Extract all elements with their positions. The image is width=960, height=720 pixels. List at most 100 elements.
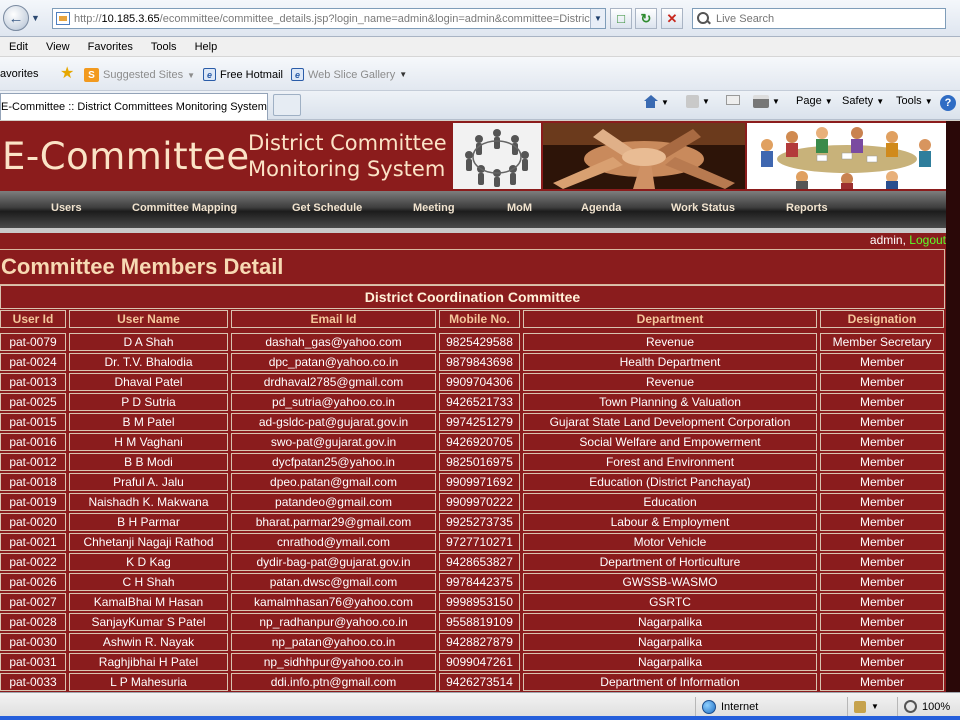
search-icon[interactable] bbox=[696, 11, 712, 27]
safety-menu[interactable]: Safety ▼ bbox=[842, 95, 884, 107]
table-cell-user-name: Ashwin R. Nayak bbox=[69, 633, 228, 651]
favorites-button[interactable]: avorites bbox=[0, 68, 39, 80]
page-body: E-Committee District Committee Monitorin… bbox=[0, 121, 946, 692]
free-hotmail-link[interactable]: e Free Hotmail bbox=[203, 68, 283, 81]
table-cell-user-id: pat-0025 bbox=[0, 393, 66, 411]
web-content: E-Committee District Committee Monitorin… bbox=[0, 121, 960, 692]
menu-edit[interactable]: Edit bbox=[0, 41, 37, 53]
nav-reports[interactable]: Reports bbox=[786, 202, 828, 214]
table-cell-email-id: np_radhanpur@yahoo.co.in bbox=[231, 613, 436, 631]
table-cell-department: Nagarpalika bbox=[523, 653, 817, 671]
menu-favorites[interactable]: Favorites bbox=[79, 41, 142, 53]
table-cell-email-id: dydir-bag-pat@gujarat.gov.in bbox=[231, 553, 436, 571]
table-cell-user-id: pat-0027 bbox=[0, 593, 66, 611]
table-cell-user-name: B H Parmar bbox=[69, 513, 228, 531]
search-box[interactable] bbox=[692, 8, 946, 29]
menu-tools[interactable]: Tools bbox=[142, 41, 186, 53]
table-cell-department: Nagarpalika bbox=[523, 613, 817, 631]
vertical-scrollbar[interactable] bbox=[946, 121, 960, 692]
refresh-button[interactable]: ↻ bbox=[635, 8, 657, 29]
table-cell-designation: Member bbox=[820, 633, 944, 651]
security-zone[interactable]: Internet bbox=[695, 697, 847, 716]
nav-committee-mapping[interactable]: Committee Mapping bbox=[132, 202, 237, 214]
tab-bar: E-Committee :: District Committees Monit… bbox=[0, 91, 960, 120]
protected-mode[interactable]: ▼ bbox=[847, 697, 897, 716]
nav-agenda[interactable]: Agenda bbox=[581, 202, 621, 214]
table-cell-user-name: B M Patel bbox=[69, 413, 228, 431]
print-button[interactable]: ▼ bbox=[753, 95, 780, 108]
address-bar[interactable]: http://10.185.3.65/ecommittee/committee_… bbox=[52, 8, 606, 29]
address-dropdown-icon[interactable]: ▼ bbox=[590, 9, 605, 28]
subtitle-line-1: District Committee bbox=[248, 131, 447, 155]
table-cell-designation: Member bbox=[820, 353, 944, 371]
menu-help[interactable]: Help bbox=[186, 41, 227, 53]
table-cell-department: Town Planning & Valuation bbox=[523, 393, 817, 411]
table-cell-user-id: pat-0020 bbox=[0, 513, 66, 531]
nav-meeting[interactable]: Meeting bbox=[413, 202, 455, 214]
site-subtitle: District Committee Monitoring System bbox=[248, 130, 447, 182]
table-cell-designation: Member bbox=[820, 513, 944, 531]
table-cell-mobile-no: 9909970222 bbox=[439, 493, 520, 511]
column-header-email-id: Email Id bbox=[231, 310, 436, 328]
history-dropdown-icon[interactable]: ▼ bbox=[31, 13, 40, 23]
table-cell-user-id: pat-0016 bbox=[0, 433, 66, 451]
nav-work-status[interactable]: Work Status bbox=[671, 202, 735, 214]
table-cell-user-name: Raghjibhai H Patel bbox=[69, 653, 228, 671]
nav-users[interactable]: Users bbox=[51, 202, 82, 214]
nav-mom[interactable]: MoM bbox=[507, 202, 532, 214]
new-tab-button[interactable] bbox=[273, 94, 301, 116]
committee-name: District Coordination Committee bbox=[0, 285, 945, 309]
table-cell-department: Revenue bbox=[523, 333, 817, 351]
stop-button[interactable]: ✕ bbox=[661, 8, 683, 29]
help-button[interactable]: ? bbox=[940, 95, 956, 111]
table-cell-user-name: B B Modi bbox=[69, 453, 228, 471]
site-logo-text: E-Committee bbox=[2, 135, 250, 178]
table-cell-user-id: pat-0021 bbox=[0, 533, 66, 551]
add-favorite-button[interactable]: ★ bbox=[60, 66, 74, 82]
zoom-control[interactable]: 100% bbox=[897, 697, 960, 716]
safety-menu-label: Safety bbox=[842, 95, 874, 107]
user-info: admin, Logout bbox=[870, 233, 946, 247]
url-path: /ecommittee/committee_details.jsp?login_… bbox=[159, 12, 590, 25]
table-cell-designation: Member bbox=[820, 593, 944, 611]
table-cell-mobile-no: 9998953150 bbox=[439, 593, 520, 611]
mail-icon bbox=[726, 95, 740, 105]
table-cell-user-name: P D Sutria bbox=[69, 393, 228, 411]
web-slice-gallery-link[interactable]: e Web Slice Gallery ▼ bbox=[291, 68, 407, 81]
compatibility-view-icon[interactable]: □ bbox=[610, 8, 632, 29]
table-cell-mobile-no: 9974251279 bbox=[439, 413, 520, 431]
table-cell-mobile-no: 9426920705 bbox=[439, 433, 520, 451]
back-button[interactable]: ← bbox=[3, 5, 29, 31]
column-header-designation: Designation bbox=[820, 310, 944, 328]
table-cell-user-name: K D Kag bbox=[69, 553, 228, 571]
page-menu[interactable]: Page ▼ bbox=[796, 95, 833, 107]
chevron-down-icon: ▼ bbox=[824, 96, 833, 106]
tools-menu[interactable]: Tools ▼ bbox=[896, 95, 933, 107]
page-menu-label: Page bbox=[796, 95, 822, 107]
suggested-sites-link[interactable]: S Suggested Sites ▼ bbox=[84, 68, 195, 82]
table-cell-user-id: pat-0030 bbox=[0, 633, 66, 651]
table-cell-email-id: pd_sutria@yahoo.co.in bbox=[231, 393, 436, 411]
help-icon: ? bbox=[940, 95, 956, 111]
protected-mode-icon bbox=[854, 700, 866, 713]
home-button[interactable]: ▼ bbox=[643, 95, 669, 109]
table-cell-user-name: D A Shah bbox=[69, 333, 228, 351]
read-mail-button[interactable] bbox=[726, 95, 740, 105]
tab-active[interactable]: E-Committee :: District Committees Monit… bbox=[0, 93, 268, 120]
free-hotmail-label: Free Hotmail bbox=[220, 68, 283, 81]
table-cell-email-id: dpeo.patan@gmail.com bbox=[231, 473, 436, 491]
table-cell-user-id: pat-0022 bbox=[0, 553, 66, 571]
url-text[interactable]: http://10.185.3.65/ecommittee/committee_… bbox=[74, 13, 590, 25]
url-prefix: http:// bbox=[74, 12, 102, 25]
table-cell-designation: Member bbox=[820, 613, 944, 631]
feeds-button[interactable]: ▼ bbox=[686, 95, 710, 108]
table-cell-department: Department of Horticulture bbox=[523, 553, 817, 571]
logout-link[interactable]: Logout bbox=[909, 233, 946, 247]
search-input[interactable] bbox=[716, 12, 936, 25]
table-cell-mobile-no: 9825429588 bbox=[439, 333, 520, 351]
menu-view[interactable]: View bbox=[37, 41, 79, 53]
nav-get-schedule[interactable]: Get Schedule bbox=[292, 202, 362, 214]
table-cell-department: Department of Information bbox=[523, 673, 817, 691]
table-cell-email-id: drdhaval2785@gmail.com bbox=[231, 373, 436, 391]
table-cell-user-name: SanjayKumar S Patel bbox=[69, 613, 228, 631]
